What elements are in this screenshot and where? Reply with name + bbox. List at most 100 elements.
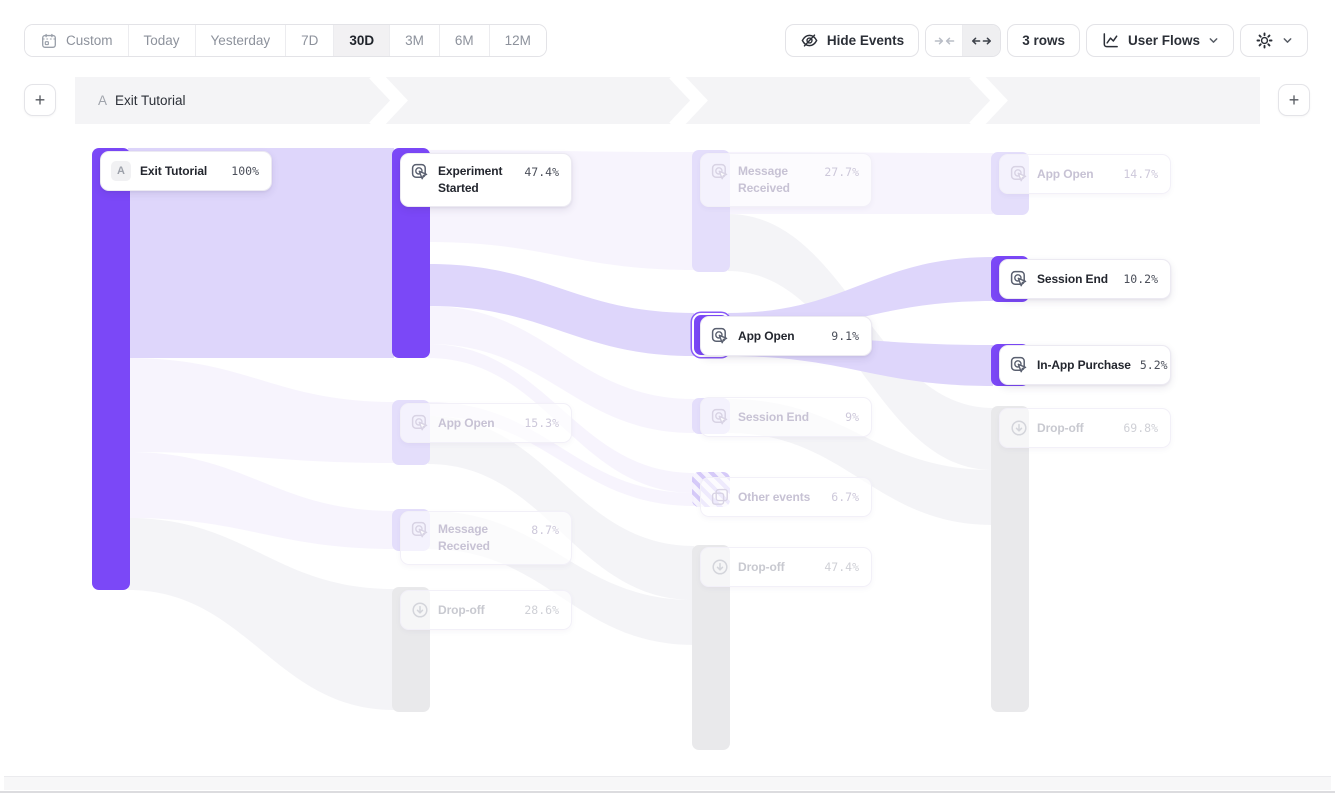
event-name-label: App Open xyxy=(438,415,495,432)
event-name-label: App Open xyxy=(738,328,795,345)
event-name-label: App Open xyxy=(1037,166,1094,183)
date-range-label: Today xyxy=(144,33,180,48)
date-range-yesterday[interactable]: Yesterday xyxy=(196,25,287,56)
rows-button[interactable]: 3 rows xyxy=(1007,24,1080,57)
collapse-columns-icon[interactable] xyxy=(926,25,963,56)
chevron-down-icon xyxy=(1208,35,1219,46)
step-event-name: Exit Tutorial xyxy=(115,93,186,108)
flow-card-drop-off-step3[interactable]: Drop-off47.4% xyxy=(700,547,872,587)
conversion-percent: 100% xyxy=(231,164,259,178)
step-letter-badge: A xyxy=(111,161,131,181)
flow-card-in-app-purchase-step4[interactable]: In-App Purchase 5.2% xyxy=(999,345,1171,385)
event-icon xyxy=(1010,165,1028,183)
conversion-percent: 5.2% xyxy=(1140,358,1168,372)
event-name-label: Exit Tutorial xyxy=(140,163,207,180)
date-range-label: 12M xyxy=(505,33,531,48)
step-letter: A xyxy=(98,93,107,108)
event-icon xyxy=(711,163,729,181)
flow-card-message-received-step2[interactable]: Message Received 8.7% xyxy=(400,511,572,565)
other-events-icon xyxy=(711,488,729,506)
event-name-label: In-App Purchase xyxy=(1037,357,1131,374)
conversion-percent: 9.1% xyxy=(831,329,859,343)
flow-card-experiment-started-step2[interactable]: Experiment Started47.4% xyxy=(400,153,572,207)
rows-label: 3 rows xyxy=(1022,33,1065,48)
flow-link-exit-tutorial-step1-to-app-open-step2 xyxy=(128,358,394,463)
column-width-toggle xyxy=(925,24,1001,57)
flow-link-exit-tutorial-step1-to-drop-off-step2 xyxy=(128,518,394,710)
add-step-right-button[interactable]: + xyxy=(1278,84,1310,116)
flow-card-message-received-step3[interactable]: Message Received 27.7% xyxy=(700,153,872,207)
chevron-down-icon xyxy=(1282,35,1293,46)
view-selector-label: User Flows xyxy=(1128,33,1200,48)
flow-card-app-open-step4[interactable]: App Open 14.7% xyxy=(999,154,1171,194)
expand-columns-icon[interactable] xyxy=(963,25,1000,56)
date-range-30d[interactable]: 30D xyxy=(334,25,390,56)
date-range-label: 3M xyxy=(405,33,424,48)
date-range-label: Custom xyxy=(66,33,113,48)
event-icon xyxy=(711,408,729,426)
conversion-percent: 69.8% xyxy=(1123,421,1158,435)
flow-links-layer xyxy=(0,124,1335,774)
toolbar-right: Hide Events 3 rows User Flows xyxy=(785,24,1308,57)
flow-card-session-end-step4[interactable]: Session End 10.2% xyxy=(999,259,1171,299)
event-name-label: Experiment Started xyxy=(438,163,515,196)
flow-bar-drop-off-step4[interactable] xyxy=(991,406,1029,712)
conversion-percent: 15.3% xyxy=(524,416,559,430)
event-name-label: Other events xyxy=(738,489,810,506)
date-range-today[interactable]: Today xyxy=(129,25,196,56)
conversion-percent: 9% xyxy=(845,410,859,424)
event-icon xyxy=(411,521,429,539)
conversion-percent: 28.6% xyxy=(524,603,559,617)
date-range-3m[interactable]: 3M xyxy=(390,25,440,56)
date-range-group: Custom Today Yesterday 7D 30D 3M 6M 12M xyxy=(24,24,547,57)
view-selector-button[interactable]: User Flows xyxy=(1086,24,1234,57)
flow-card-exit-tutorial-step1[interactable]: A Exit Tutorial 100% xyxy=(100,151,272,191)
date-range-label: 30D xyxy=(349,33,374,48)
drop-off-icon xyxy=(411,601,429,619)
date-range-6m[interactable]: 6M xyxy=(440,25,490,56)
gear-icon xyxy=(1255,31,1274,50)
flow-card-app-open-step3[interactable]: App Open 9.1% xyxy=(700,316,872,356)
conversion-percent: 47.4% xyxy=(824,560,859,574)
hide-events-label: Hide Events xyxy=(827,33,904,48)
drop-off-icon xyxy=(1010,419,1028,437)
flow-card-session-end-step3[interactable]: Session End 9% xyxy=(700,397,872,437)
add-step-left-button[interactable]: + xyxy=(24,84,56,116)
conversion-percent: 27.7% xyxy=(824,163,859,179)
event-icon xyxy=(1010,270,1028,288)
flow-card-other-events-step3[interactable]: Other events 6.7% xyxy=(700,477,872,517)
line-chart-icon xyxy=(1101,31,1120,50)
flow-link-app-open-step2-to-drop-off-step3 xyxy=(428,416,694,600)
flow-card-drop-off-step4[interactable]: Drop-off69.8% xyxy=(999,408,1171,448)
event-icon xyxy=(411,163,429,181)
eye-off-icon xyxy=(800,31,819,50)
event-icon xyxy=(1010,356,1028,374)
event-name-label: Message Received xyxy=(738,163,815,196)
date-range-7d[interactable]: 7D xyxy=(286,25,334,56)
event-name-label: Message Received xyxy=(438,521,522,554)
flow-link-experiment-started-step2-to-app-open-step3[interactable] xyxy=(428,264,694,356)
flow-card-app-open-step2[interactable]: App Open 15.3% xyxy=(400,403,572,443)
flow-card-drop-off-step2[interactable]: Drop-off 28.6% xyxy=(400,590,572,630)
conversion-percent: 10.2% xyxy=(1123,272,1158,286)
event-name-label: Drop-off xyxy=(438,602,485,619)
conversion-percent: 6.7% xyxy=(831,490,859,504)
hide-events-button[interactable]: Hide Events xyxy=(785,24,919,57)
event-name-label: Session End xyxy=(738,409,809,426)
date-range-label: 6M xyxy=(455,33,474,48)
drop-off-icon xyxy=(711,558,729,576)
flow-link-exit-tutorial-step1-to-message-received-step2 xyxy=(128,452,394,549)
event-name-label: Session End xyxy=(1037,271,1108,288)
conversion-percent: 8.7% xyxy=(531,521,559,537)
date-range-12m[interactable]: 12M xyxy=(490,25,546,56)
flow-bar-exit-tutorial-step1[interactable] xyxy=(92,148,130,590)
date-range-custom[interactable]: Custom xyxy=(25,25,129,56)
sankey-canvas: AExit Tutorial100%Experiment Started47.4… xyxy=(0,124,1335,774)
settings-button[interactable] xyxy=(1240,24,1308,57)
step-header-band: A Exit Tutorial xyxy=(75,77,1260,124)
conversion-percent: 14.7% xyxy=(1123,167,1158,181)
step-a-header[interactable]: A Exit Tutorial xyxy=(98,77,186,124)
event-icon xyxy=(411,414,429,432)
date-range-label: 7D xyxy=(301,33,318,48)
footer-strip xyxy=(4,776,1331,790)
